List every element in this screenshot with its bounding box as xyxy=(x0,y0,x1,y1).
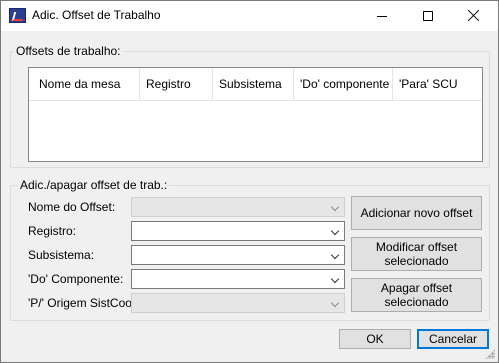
subsistema-label: Subsistema: xyxy=(28,248,95,262)
do-componente-label: 'Do' Componente: xyxy=(28,272,124,286)
offset-name-label: Nome do Offset: xyxy=(28,200,116,214)
column-header-registro[interactable]: Registro xyxy=(140,68,213,101)
column-header-do-componente[interactable]: 'Do' componente xyxy=(294,68,393,101)
offsets-group-legend: Offsets de trabalho: xyxy=(14,44,123,58)
edit-group-legend: Adic./apagar offset de trab.: xyxy=(18,178,170,192)
add-offset-button[interactable]: Adicionar novo offset xyxy=(351,196,482,230)
origem-sistcoord-dropdown xyxy=(131,293,345,313)
offsets-table[interactable]: Nome da mesa Registro Subsistema 'Do' co… xyxy=(28,67,483,162)
do-componente-dropdown[interactable] xyxy=(131,269,345,289)
app-icon xyxy=(9,8,26,23)
subsistema-dropdown[interactable] xyxy=(131,245,345,265)
chevron-down-icon xyxy=(330,274,340,284)
chevron-down-icon xyxy=(330,226,340,236)
delete-offset-button[interactable]: Apagar offset selecionado xyxy=(351,278,482,312)
close-icon xyxy=(468,9,480,22)
registro-label: Registro: xyxy=(28,224,77,238)
column-header-nome-da-mesa[interactable]: Nome da mesa xyxy=(29,68,140,101)
window-title: Adic. Offset de Trabalho xyxy=(32,8,161,22)
close-button[interactable] xyxy=(451,1,497,31)
resize-grip-icon[interactable] xyxy=(485,349,495,359)
minimize-button[interactable] xyxy=(359,1,405,31)
chevron-down-icon xyxy=(330,202,340,212)
chevron-down-icon xyxy=(330,250,340,260)
minimize-icon xyxy=(377,16,387,17)
maximize-button[interactable] xyxy=(405,1,451,31)
chevron-down-icon xyxy=(330,298,340,308)
registro-dropdown[interactable] xyxy=(131,221,345,241)
maximize-icon xyxy=(423,11,433,21)
ok-button[interactable]: OK xyxy=(339,329,411,349)
column-header-para-scu[interactable]: 'Para' SCU xyxy=(393,68,482,101)
column-header-subsistema[interactable]: Subsistema xyxy=(213,68,294,101)
cancel-button[interactable]: Cancelar xyxy=(417,329,489,349)
offsets-table-header: Nome da mesa Registro Subsistema 'Do' co… xyxy=(29,68,482,101)
origem-sistcoord-label: 'P/' Origem SistCoord xyxy=(28,296,143,310)
offset-name-dropdown xyxy=(131,197,345,217)
modify-offset-button[interactable]: Modificar offset selecionado xyxy=(351,237,482,271)
title-bar[interactable]: Adic. Offset de Trabalho xyxy=(1,1,498,31)
dialog-window: Adic. Offset de Trabalho Offsets de trab… xyxy=(0,0,499,363)
